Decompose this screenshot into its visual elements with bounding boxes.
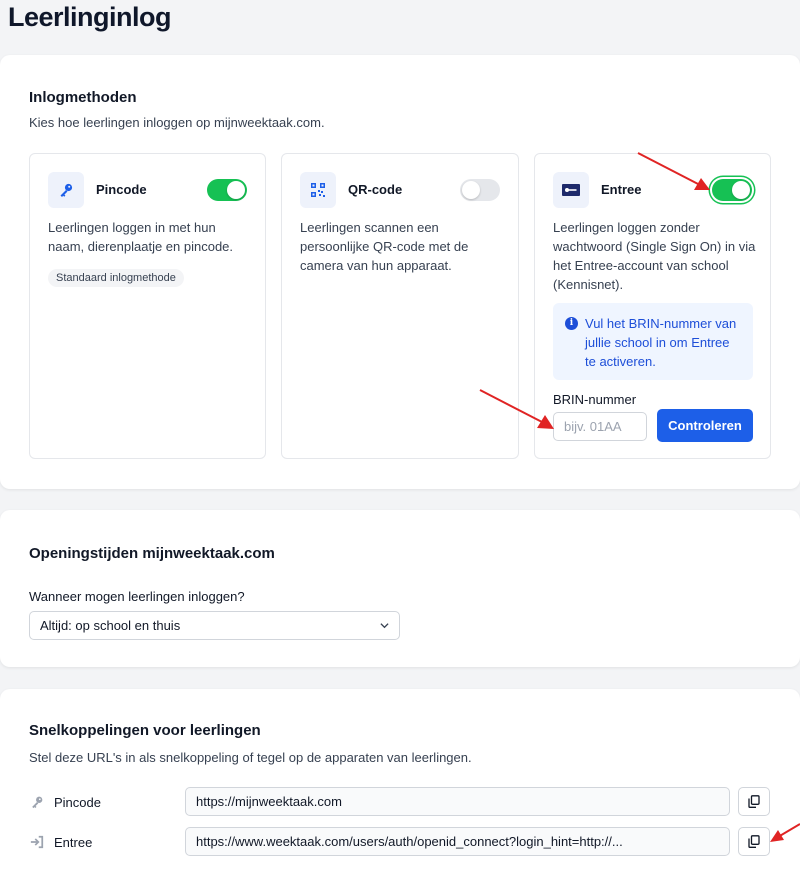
login-methods-card: Inlogmethoden Kies hoe leerlingen inlogg…: [0, 55, 800, 489]
brin-label: BRIN-nummer: [553, 392, 637, 407]
method-title-qr: QR-code: [348, 182, 403, 197]
copy-button-entree[interactable]: [738, 827, 770, 856]
method-card-entree: Entree Leerlingen loggen zonder wachtwoo…: [534, 153, 771, 459]
method-card-qr: QR-code Leerlingen scannen een persoonli…: [281, 153, 519, 459]
entree-toggle[interactable]: [712, 179, 752, 201]
opening-hours-selected: Altijd: op school en thuis: [40, 618, 181, 633]
pincode-toggle[interactable]: [207, 179, 247, 201]
check-brin-button[interactable]: Controleren: [657, 409, 753, 442]
method-card-pincode: Pincode Leerlingen loggen in met hun naa…: [29, 153, 266, 459]
opening-hours-question: Wanneer mogen leerlingen inloggen?: [29, 589, 245, 604]
entree-logo-icon: [553, 172, 589, 208]
brin-input[interactable]: [553, 412, 647, 441]
sign-in-icon: [30, 835, 44, 849]
copy-icon: [748, 795, 760, 808]
method-description-qr: Leerlingen scannen een persoonlijke QR-c…: [300, 220, 469, 273]
shortcuts-title: Snelkoppelingen voor leerlingen: [29, 722, 261, 739]
shortcuts-subtitle: Stel deze URL's in als snelkoppeling of …: [29, 750, 472, 765]
toggle-knob: [732, 181, 750, 199]
login-methods-subtitle: Kies hoe leerlingen inloggen op mijnweek…: [29, 115, 325, 130]
key-icon: [32, 796, 43, 809]
default-method-badge: Standaard inlogmethode: [48, 269, 184, 287]
method-description-pincode: Leerlingen loggen in met hun naam, diere…: [48, 220, 234, 254]
opening-hours-card: Openingstijden mijnweektaak.com Wanneer …: [0, 510, 800, 667]
key-icon: [48, 172, 84, 208]
method-title-pincode: Pincode: [96, 182, 147, 197]
method-description-entree: Leerlingen loggen zonder wachtwoord (Sin…: [553, 220, 756, 292]
qr-code-icon: [300, 172, 336, 208]
login-methods-title: Inlogmethoden: [29, 89, 137, 106]
shortcut-label-pincode: Pincode: [54, 795, 101, 810]
method-title-entree: Entree: [601, 182, 642, 197]
opening-hours-title: Openingstijden mijnweektaak.com: [29, 545, 275, 562]
opening-hours-select[interactable]: Altijd: op school en thuis: [29, 611, 400, 640]
copy-icon: [748, 835, 760, 848]
toggle-knob: [227, 181, 245, 199]
shortcut-url-entree[interactable]: https://www.weektaak.com/users/auth/open…: [185, 827, 730, 856]
entree-info-text: Vul het BRIN-nummer van jullie school in…: [585, 316, 737, 369]
qr-toggle[interactable]: [460, 179, 500, 201]
shortcut-url-pincode[interactable]: https://mijnweektaak.com: [185, 787, 730, 816]
page-title: Leerlinginlog: [8, 2, 172, 32]
shortcuts-card: Snelkoppelingen voor leerlingen Stel dez…: [0, 689, 800, 873]
entree-info-box: i Vul het BRIN-nummer van jullie school …: [553, 303, 753, 380]
toggle-knob: [462, 181, 480, 199]
copy-button-pincode[interactable]: [738, 787, 770, 816]
shortcut-label-entree: Entree: [54, 835, 93, 850]
info-icon: i: [565, 317, 578, 330]
chevron-down-icon: [380, 623, 389, 629]
